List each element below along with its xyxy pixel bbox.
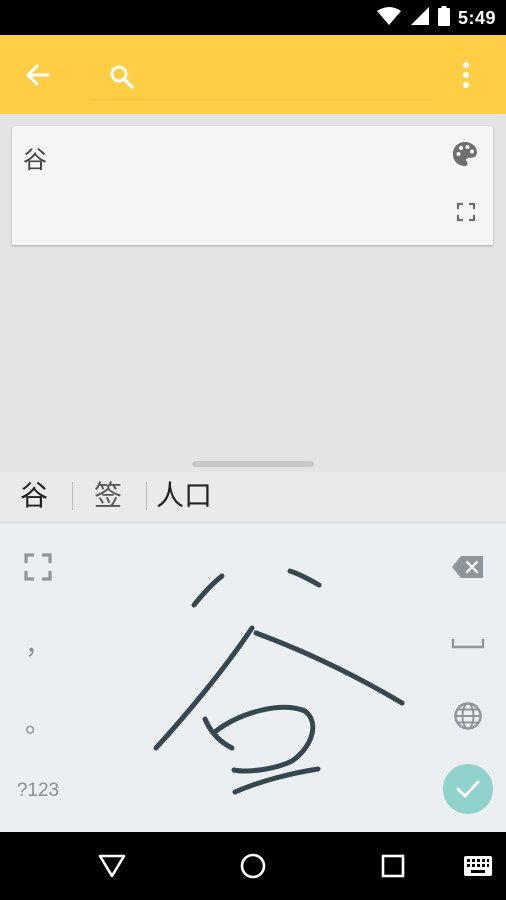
home-circle-icon [240, 853, 266, 879]
app-bar [0, 35, 506, 114]
handwriting-keyboard: ， 。 ?123 [0, 523, 506, 832]
suggestion-divider [72, 482, 73, 510]
backspace-icon [452, 556, 483, 578]
keyboard-switch-icon [464, 856, 492, 876]
stroke-1 [191, 573, 225, 608]
nav-back-button[interactable] [94, 848, 130, 884]
fullscreen-icon [24, 553, 52, 581]
globe-icon [454, 702, 482, 730]
suggestion-strip: 谷 签 人口 [0, 472, 506, 523]
handwriting-canvas[interactable] [80, 523, 426, 832]
keyboard-drag-handle[interactable] [192, 461, 314, 467]
nav-recents-button[interactable] [375, 848, 411, 884]
comma-key-label: ， [24, 630, 51, 661]
note-text[interactable]: 谷 [23, 140, 47, 175]
stroke-5 [213, 705, 316, 774]
expand-icon [456, 202, 476, 222]
symbols-key[interactable]: ?123 [6, 771, 70, 811]
backspace-button[interactable] [446, 545, 490, 589]
suggestion-2[interactable]: 签 [94, 478, 122, 514]
suggestion-3[interactable]: 人口 [156, 478, 212, 514]
battery-icon [437, 6, 450, 30]
suggestion-1[interactable]: 谷 [20, 478, 48, 514]
handwriting-strokes [153, 568, 405, 795]
language-switch-button[interactable] [446, 694, 490, 738]
nav-home-button[interactable] [235, 848, 271, 884]
more-vert-icon [463, 62, 469, 88]
period-key[interactable]: 。 [14, 697, 62, 745]
status-bar: 5:49 [0, 0, 506, 35]
palette-icon [453, 142, 477, 166]
status-time: 5:49 [457, 7, 496, 28]
comma-key[interactable]: ， [14, 619, 62, 667]
expand-note-button[interactable] [452, 198, 480, 226]
search-area[interactable] [90, 55, 432, 100]
keyboard-switch-button[interactable] [460, 848, 496, 884]
stroke-2 [287, 568, 322, 588]
status-icons: 5:49 [376, 6, 496, 30]
palette-button[interactable] [450, 139, 480, 169]
stroke-4 [253, 630, 405, 706]
cell-signal-icon [410, 6, 430, 30]
more-options-button[interactable] [452, 57, 480, 93]
space-icon [451, 639, 485, 649]
stroke-3 [153, 625, 255, 751]
wifi-icon [376, 6, 402, 30]
recents-square-icon [381, 854, 405, 878]
space-key[interactable] [446, 625, 490, 661]
search-icon [110, 65, 135, 90]
check-icon [456, 780, 480, 798]
back-arrow-icon [25, 63, 50, 87]
note-card[interactable]: 谷 [12, 126, 493, 245]
symbols-key-label: ?123 [16, 780, 60, 801]
navigation-bar [0, 832, 506, 900]
suggestion-divider [146, 482, 147, 510]
fullscreen-button[interactable] [14, 543, 62, 591]
search-input[interactable] [146, 61, 430, 95]
period-key-label: 。 [24, 708, 51, 739]
done-button[interactable] [443, 764, 493, 814]
back-triangle-icon [98, 854, 126, 878]
back-button[interactable] [20, 57, 56, 93]
